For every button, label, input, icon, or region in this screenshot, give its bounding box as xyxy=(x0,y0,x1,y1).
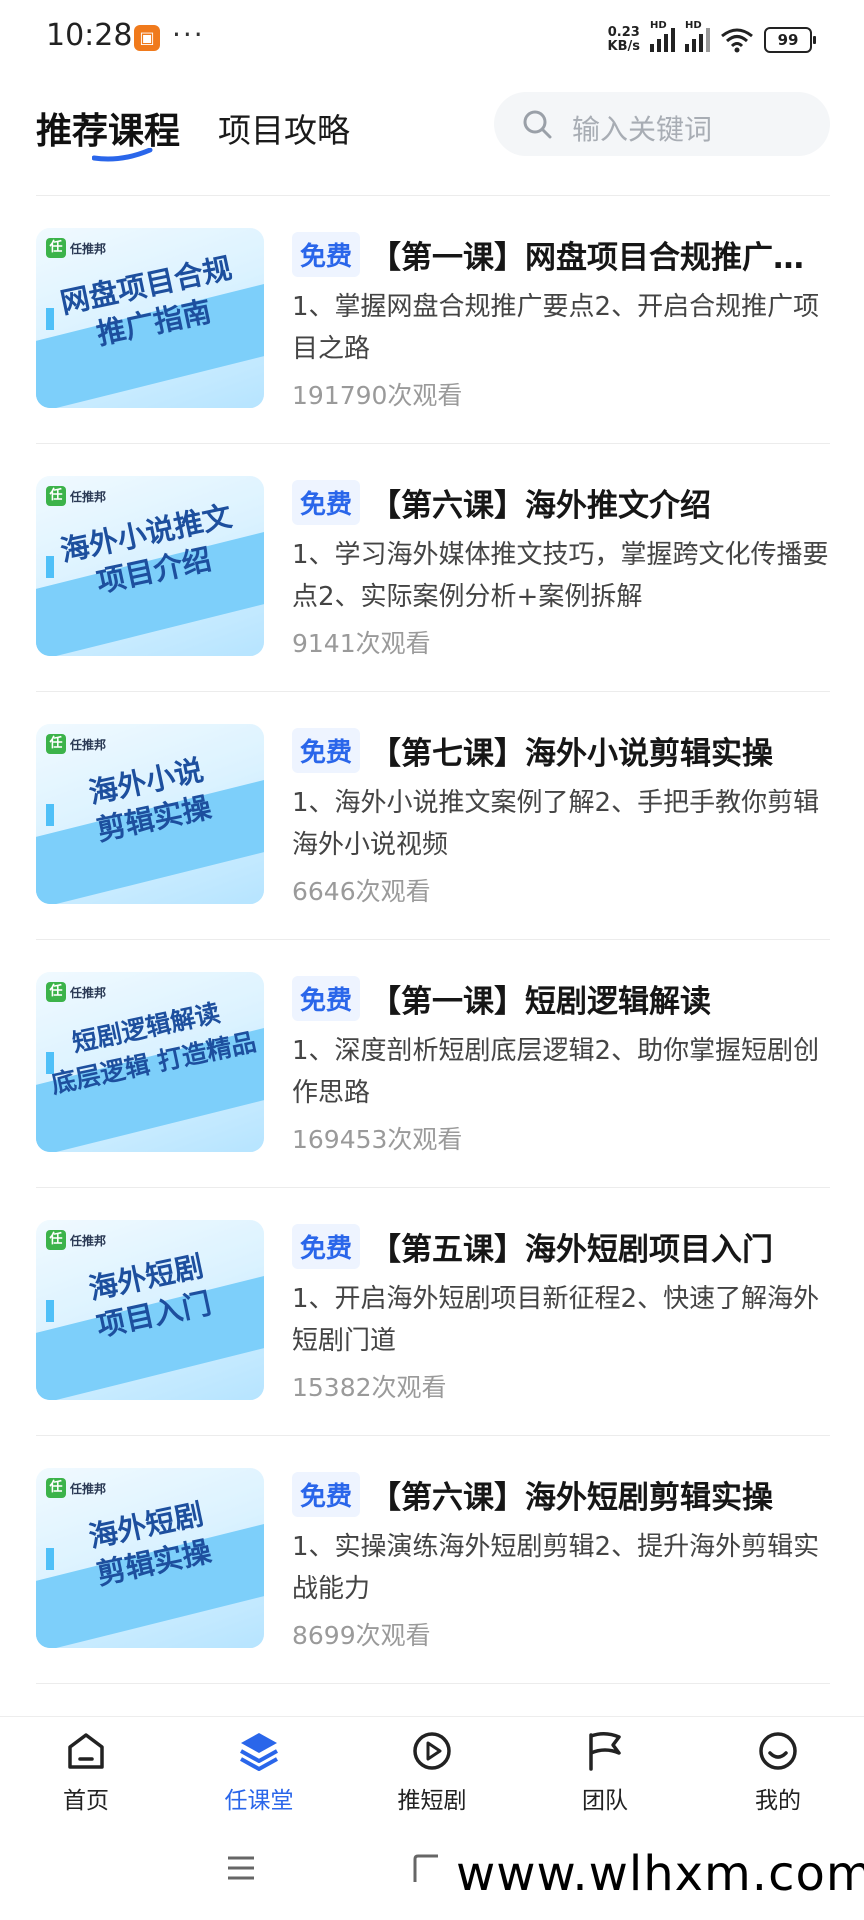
brand-logo: 任任推邦 xyxy=(46,486,106,506)
bottom-nav: 首页 任课堂 推短剧 团队 我的 xyxy=(0,1716,864,1829)
nav-item-profile[interactable]: 我的 xyxy=(718,1729,838,1815)
course-thumbnail: 任任推邦 海外小说 剪辑实操 xyxy=(36,724,264,904)
wifi-icon xyxy=(721,28,753,53)
course-view-count: 191790次观看 xyxy=(292,381,463,410)
course-card[interactable]: 任任推邦 网盘项目合规 推广指南 免费 【第一课】网盘项目合规推广指南 1、掌握网… xyxy=(0,196,864,444)
course-card[interactable]: 任任推邦 海外小说 剪辑实操 免费 【第七课】海外小说剪辑实操 1、海外小说推文案… xyxy=(0,692,864,940)
course-view-count: 169453次观看 xyxy=(292,1125,463,1154)
course-card[interactable]: 任任推邦 海外短剧 项目入门 免费 【第五课】海外短剧项目入门 1、开启海外短剧项… xyxy=(0,1188,864,1436)
brand-logo: 任任推邦 xyxy=(46,1230,106,1250)
search-icon xyxy=(523,110,552,139)
free-badge: 免费 xyxy=(292,480,361,525)
course-list: 任任推邦 网盘项目合规 推广指南 免费 【第一课】网盘项目合规推广指南 1、掌握网… xyxy=(0,196,864,1684)
free-badge: 免费 xyxy=(292,1472,361,1517)
status-indicators: 0.23 KB/s HD HD 99 xyxy=(607,20,816,58)
brand-logo: 任任推邦 xyxy=(46,238,106,258)
system-home-icon[interactable] xyxy=(412,1852,442,1886)
battery-indicator: 99 xyxy=(764,27,816,53)
course-view-count: 8699次观看 xyxy=(292,1621,431,1650)
free-badge: 免费 xyxy=(292,232,361,277)
signal-icon: HD xyxy=(650,20,675,52)
tab-project-guides[interactable]: 项目攻略 xyxy=(218,104,350,152)
tab-recommended-courses[interactable]: 推荐课程 xyxy=(36,102,180,154)
course-title: 【第七课】海外小说剪辑实操 xyxy=(370,736,774,772)
page-header: 推荐课程 项目攻略 输入关键词 xyxy=(0,80,864,196)
smile-icon xyxy=(759,1732,797,1770)
status-bar: 10:28 ▣ ··· 0.23 KB/s HD HD 99 xyxy=(0,0,864,80)
network-speed: 0.23 KB/s xyxy=(607,25,640,54)
status-time: 10:28 xyxy=(46,18,133,53)
course-title: 【第一课】短剧逻辑解读 xyxy=(370,984,712,1020)
course-card[interactable]: 任任推邦 短剧逻辑解读 底层逻辑 打造精品 免费 【第一课】短剧逻辑解读 1、深度… xyxy=(0,940,864,1188)
course-thumbnail: 任任推邦 海外短剧 项目入门 xyxy=(36,1220,264,1400)
divider xyxy=(36,1683,830,1684)
course-title: 【第六课】海外短剧剪辑实操 xyxy=(370,1480,774,1516)
course-card[interactable]: 任任推邦 海外短剧 剪辑实操 免费 【第六课】海外短剧剪辑实操 1、实操演练海外短… xyxy=(0,1436,864,1684)
course-thumbnail: 任任推邦 海外短剧 剪辑实操 xyxy=(36,1468,264,1648)
brand-logo: 任任推邦 xyxy=(46,982,106,1002)
watermark: www.wlhxm.com xyxy=(448,1846,864,1902)
course-view-count: 15382次观看 xyxy=(292,1373,447,1402)
course-card[interactable]: 任任推邦 海外小说推文 项目介绍 免费 【第六课】海外推文介绍 1、学习海外媒体推… xyxy=(0,444,864,692)
search-input[interactable]: 输入关键词 xyxy=(494,92,830,156)
course-thumbnail: 任任推邦 海外小说推文 项目介绍 xyxy=(36,476,264,656)
course-view-count: 9141次观看 xyxy=(292,629,431,658)
course-title: 【第六课】海外推文介绍 xyxy=(370,488,712,524)
free-badge: 免费 xyxy=(292,976,361,1021)
free-badge: 免费 xyxy=(292,1224,361,1269)
nav-item-promote-drama[interactable]: 推短剧 xyxy=(372,1729,492,1815)
nav-item-team[interactable]: 团队 xyxy=(545,1729,665,1815)
course-description: 1、实操演练海外短剧剪辑2、提升海外剪辑实战能力 xyxy=(292,1532,820,1604)
course-description: 1、学习海外媒体推文技巧，掌握跨文化传播要点2、实际案例分析+案例拆解 xyxy=(292,540,829,612)
course-view-count: 6646次观看 xyxy=(292,877,431,906)
course-description: 1、深度剖析短剧底层逻辑2、助你掌握短剧创作思路 xyxy=(292,1036,820,1108)
notification-app-icon: ▣ xyxy=(134,25,160,51)
menu-icon[interactable] xyxy=(226,1854,256,1882)
course-title: 【第五课】海外短剧项目入门 xyxy=(370,1232,774,1268)
flag-icon xyxy=(589,1732,621,1771)
active-tab-underline xyxy=(92,148,153,162)
layers-icon xyxy=(240,1733,278,1771)
home-icon xyxy=(68,1733,104,1769)
nav-item-home[interactable]: 首页 xyxy=(26,1729,146,1815)
nav-item-course-hall[interactable]: 任课堂 xyxy=(199,1729,319,1815)
brand-logo: 任任推邦 xyxy=(46,1478,106,1498)
free-badge: 免费 xyxy=(292,728,361,773)
brand-logo: 任任推邦 xyxy=(46,734,106,754)
signal-icon-2: HD xyxy=(685,20,710,52)
play-icon xyxy=(413,1732,451,1770)
search-placeholder: 输入关键词 xyxy=(572,113,713,146)
course-description: 1、海外小说推文案例了解2、手把手教你剪辑海外小说视频 xyxy=(292,788,820,860)
course-description: 1、开启海外短剧项目新征程2、快速了解海外短剧门道 xyxy=(292,1284,820,1356)
course-title: 【第一课】网盘项目合规推广指南 xyxy=(370,240,832,276)
course-thumbnail: 任任推邦 网盘项目合规 推广指南 xyxy=(36,228,264,408)
course-thumbnail: 任任推邦 短剧逻辑解读 底层逻辑 打造精品 xyxy=(36,972,264,1152)
more-notifications-icon: ··· xyxy=(172,18,205,51)
course-description: 1、掌握网盘合规推广要点2、开启合规推广项目之路 xyxy=(292,292,820,364)
